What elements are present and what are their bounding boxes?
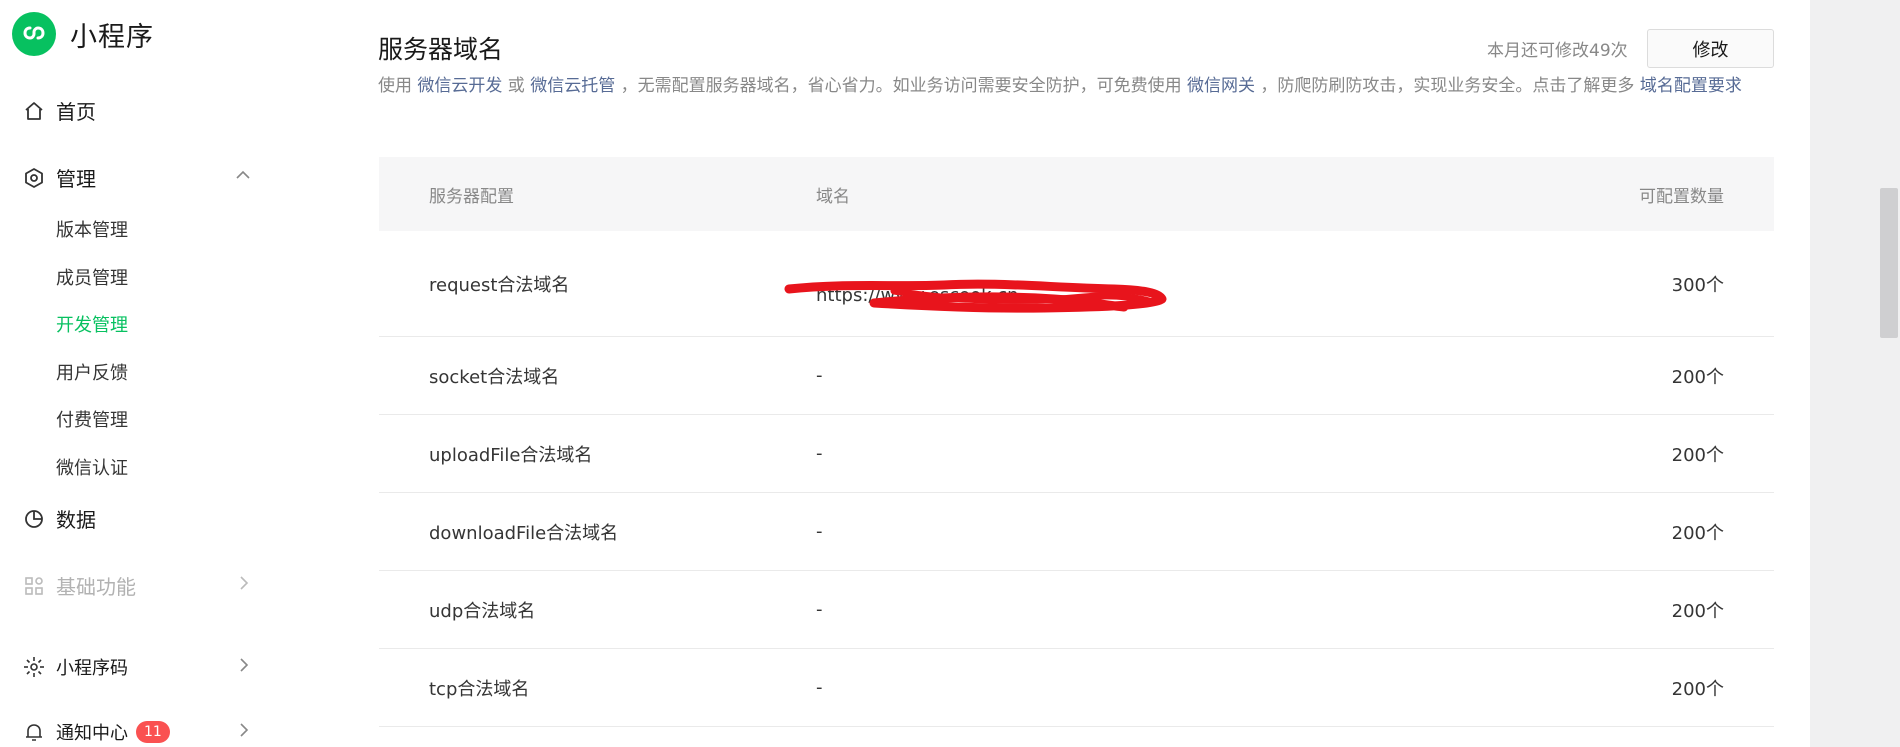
nav-member-manage[interactable]: 成员管理 (56, 264, 128, 290)
nav-version-manage[interactable]: 版本管理 (56, 216, 128, 242)
modify-button[interactable]: 修改 (1647, 29, 1774, 68)
row-name: udp合法域名 (429, 600, 536, 622)
app-logo[interactable]: 小程序 (12, 12, 154, 56)
wechat-cloud-hosting-link[interactable]: 微信云托管 (530, 76, 615, 96)
wechat-gateway-link[interactable]: 微信网关 (1187, 76, 1255, 96)
page-title: 服务器域名 (378, 35, 504, 64)
nav-notice-center[interactable]: 通知中心 11 (22, 719, 332, 745)
header-domain: 域名 (816, 186, 850, 207)
sidebar: 小程序 首页 管理 版本管理 成员管理 开发管理 用户反馈 付费管理 微信认证 … (0, 0, 341, 747)
nav-basic-features-label: 基础功能 (56, 575, 136, 599)
chevron-right-icon[interactable] (234, 721, 252, 744)
chevron-right-icon[interactable] (234, 656, 252, 679)
table-row: uploadFile合法域名 - 200个 (379, 415, 1774, 493)
wechat-cloud-dev-link[interactable]: 微信云开发 (417, 76, 502, 96)
row-count: 200个 (1671, 678, 1724, 700)
bell-icon (22, 720, 46, 744)
row-name: tcp合法域名 (429, 678, 530, 700)
nav-manage-label: 管理 (56, 167, 96, 191)
nav-dev-manage[interactable]: 开发管理 (56, 311, 128, 337)
row-name: downloadFile合法域名 (429, 522, 619, 544)
home-icon (22, 99, 46, 123)
main-panel: 服务器域名 本月还可修改49次 修改 使用 微信云开发 或 微信云托管 ，无需配… (341, 0, 1810, 747)
desc-part: 使用 (378, 76, 418, 96)
row-domain: - (816, 599, 823, 620)
nav-wechat-verify[interactable]: 微信认证 (56, 454, 128, 480)
app-name: 小程序 (70, 21, 154, 53)
chevron-right-icon[interactable] (234, 573, 252, 597)
row-domain-cell: https://www.escook.cn (784, 261, 1474, 313)
server-domain-table: 服务器配置 域名 可配置数量 request合法域名 https://www.e… (379, 157, 1774, 727)
notice-count-badge: 11 (136, 721, 170, 743)
domain-requirements-link[interactable]: 域名配置要求 (1640, 76, 1742, 96)
grid-apps-icon (22, 574, 46, 598)
nav-basic-features[interactable]: 基础功能 (22, 571, 332, 600)
miniprogram-logo-icon (12, 12, 56, 56)
table-row: udp合法域名 - 200个 (379, 571, 1774, 649)
qrcode-sun-icon (22, 655, 46, 679)
nav-manage[interactable]: 管理 (22, 163, 332, 192)
table-row: downloadFile合法域名 - 200个 (379, 493, 1774, 571)
table-header: 服务器配置 域名 可配置数量 (379, 157, 1774, 231)
header-server-config: 服务器配置 (429, 186, 514, 207)
table-row: socket合法域名 - 200个 (379, 337, 1774, 415)
chevron-up-icon[interactable] (234, 165, 252, 189)
scrollbar-track[interactable] (1878, 0, 1900, 747)
nav-notice-center-label: 通知中心 (56, 723, 128, 744)
row-name: request合法域名 (429, 274, 570, 296)
row-name: uploadFile合法域名 (429, 444, 593, 466)
settings-hexagon-icon (22, 166, 46, 190)
nav-data-label: 数据 (56, 508, 96, 532)
description-text: 使用 微信云开发 或 微信云托管 ，无需配置服务器域名，省心省力。如业务访问需要… (378, 72, 1778, 100)
row-count: 200个 (1671, 444, 1724, 466)
desc-part: ，防爬防刷防攻击，实现业务安全。点击了解更多 (1255, 76, 1640, 96)
modify-quota-text: 本月还可修改49次 (1487, 41, 1628, 61)
row-domain: - (816, 365, 823, 386)
row-name: socket合法域名 (429, 366, 560, 388)
scrollbar-thumb[interactable] (1880, 188, 1898, 338)
header-count: 可配置数量 (1639, 186, 1724, 207)
nav-miniprogram-code[interactable]: 小程序码 (22, 654, 332, 680)
row-domain: - (816, 443, 823, 464)
nav-home-label: 首页 (56, 100, 96, 124)
nav-user-feedback[interactable]: 用户反馈 (56, 359, 128, 385)
pie-chart-icon (22, 507, 46, 531)
row-domain: - (816, 677, 823, 698)
table-row: request合法域名 https://www.escook.cn 300个 (379, 231, 1774, 337)
nav-payment-manage[interactable]: 付费管理 (56, 406, 128, 432)
redaction-scribble (784, 279, 1167, 313)
table-row: tcp合法域名 - 200个 (379, 649, 1774, 727)
row-count: 200个 (1671, 522, 1724, 544)
row-count: 200个 (1671, 600, 1724, 622)
nav-miniprogram-code-label: 小程序码 (56, 658, 128, 679)
desc-part: ，无需配置服务器域名，省心省力。如业务访问需要安全防护，可免费使用 (615, 76, 1188, 96)
desc-part: 或 (502, 76, 531, 96)
row-domain: - (816, 521, 823, 542)
nav-data[interactable]: 数据 (22, 504, 332, 533)
row-count: 300个 (1671, 274, 1724, 296)
nav-home[interactable]: 首页 (22, 96, 332, 125)
row-count: 200个 (1671, 366, 1724, 388)
